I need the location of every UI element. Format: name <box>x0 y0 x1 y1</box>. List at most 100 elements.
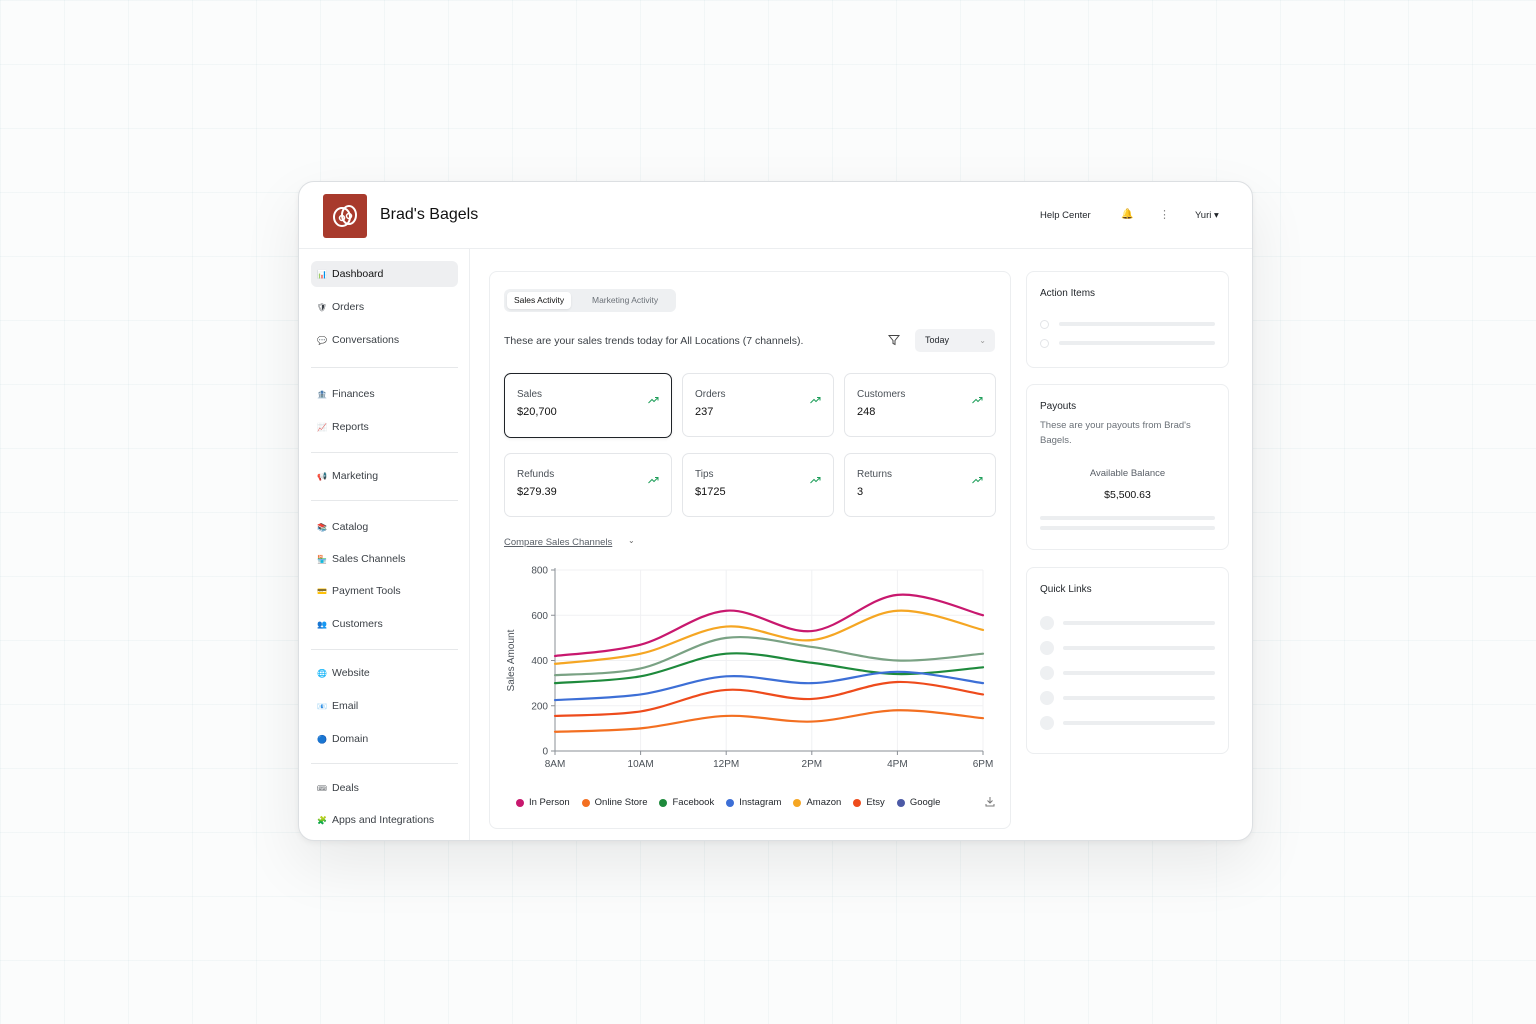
sidebar-item-label: Payment Tools <box>332 585 401 597</box>
placeholder-line <box>1063 621 1215 625</box>
mail-icon: 📧 <box>317 701 327 711</box>
user-menu[interactable]: Yuri ▾ <box>1195 210 1219 221</box>
sidebar-item-website[interactable]: 🌐 Website <box>311 660 458 686</box>
metric-value: $279.39 <box>517 486 557 498</box>
activity-tabs: Sales Activity Marketing Activity <box>504 289 676 312</box>
metric-card-customers[interactable]: Customers 248 <box>844 373 996 437</box>
divider <box>311 649 458 650</box>
sidebar-item-customers[interactable]: 👥 Customers <box>311 611 458 637</box>
date-range-select[interactable]: Today ⌄ <box>915 329 995 352</box>
sidebar-item-label: Marketing <box>332 470 379 482</box>
chart-icon: 📊 <box>317 269 327 279</box>
series-line-in-person <box>553 593 985 658</box>
sidebar-item-label: Deals <box>332 782 359 794</box>
app-window: Brad's Bagels Help Center 🔔 ⋮ Yuri ▾ 📊 Da… <box>298 181 1253 841</box>
sales-description: These are your sales trends today for Al… <box>504 335 804 347</box>
placeholder-avatar <box>1040 716 1054 730</box>
store-icon: 🏪 <box>317 554 327 564</box>
metric-label: Customers <box>857 389 906 400</box>
metric-card-returns[interactable]: Returns 3 <box>844 453 996 517</box>
filter-icon[interactable] <box>888 334 900 346</box>
sidebar-item-deals[interactable]: 🎟 Deals <box>311 775 458 801</box>
legend-item-google[interactable]: Google <box>896 797 941 808</box>
trend-up-icon <box>648 477 659 484</box>
metric-card-refunds[interactable]: Refunds $279.39 <box>504 453 672 517</box>
tab-sales-activity[interactable]: Sales Activity <box>507 292 572 309</box>
sales-line-chart: 0 200 400 600 800 8AM 10AM 12PM 2PM 4PM 6PM Sales A… <box>506 566 993 771</box>
series-line-instagram <box>553 670 985 702</box>
bagel-logo-icon <box>333 205 357 227</box>
trend-up-icon <box>972 397 983 404</box>
legend-item-facebook[interactable]: Facebook <box>659 797 714 808</box>
sidebar-item-label: Customers <box>332 618 383 630</box>
legend-swatch <box>516 798 524 807</box>
legend-item-online-store[interactable]: Online Store <box>581 797 647 808</box>
more-options-icon[interactable]: ⋮ <box>1159 208 1170 221</box>
domain-icon: 🔵 <box>317 734 327 744</box>
y-tick-label: 400 <box>531 656 548 667</box>
sidebar-item-sales-channels[interactable]: 🏪 Sales Channels <box>311 546 458 572</box>
placeholder-checkbox <box>1040 320 1049 329</box>
sidebar-item-apps-and-integrations[interactable]: 🧩 Apps and Integrations <box>311 807 458 833</box>
metric-label: Sales <box>517 389 543 400</box>
metric-label: Orders <box>695 389 726 400</box>
legend-swatch <box>581 798 590 807</box>
megaphone-icon: 📢 <box>317 471 327 481</box>
legend-label: In Person <box>529 797 570 808</box>
sidebar-item-finances[interactable]: 🏦 Finances <box>311 381 458 407</box>
compare-sales-channels-dropdown[interactable]: Compare Sales Channels <box>504 537 612 548</box>
y-tick-label: 200 <box>531 701 548 712</box>
bank-icon: 🏦 <box>317 389 327 399</box>
legend-label: Google <box>909 797 941 808</box>
sidebar-item-label: Reports <box>332 421 369 433</box>
help-center-link[interactable]: Help Center <box>1040 210 1091 221</box>
sidebar-item-payment-tools[interactable]: 💳 Payment Tools <box>311 578 458 604</box>
placeholder-avatar <box>1040 691 1054 705</box>
sidebar-item-reports[interactable]: 📈 Reports <box>311 414 458 440</box>
download-icon[interactable] <box>985 796 995 807</box>
panel-title: Quick Links <box>1040 584 1092 595</box>
legend-label: Amazon <box>806 797 842 808</box>
legend-item-in-person[interactable]: In Person <box>516 797 570 808</box>
sidebar-item-dashboard[interactable]: 📊 Dashboard <box>311 261 458 287</box>
action-items-panel: Action Items <box>1026 271 1229 368</box>
payouts-panel: Payouts These are your payouts from Brad… <box>1026 384 1229 550</box>
placeholder-avatar <box>1040 666 1054 680</box>
sidebar-item-marketing[interactable]: 📢 Marketing <box>311 463 458 489</box>
metric-value: $20,700 <box>517 406 557 418</box>
legend-swatch <box>726 798 735 807</box>
legend-item-etsy[interactable]: Etsy <box>853 797 885 808</box>
chevron-down-icon: ⌄ <box>979 336 986 345</box>
sidebar-item-label: Email <box>332 700 359 712</box>
globe-icon: 🌐 <box>317 668 327 678</box>
metric-card-sales[interactable]: Sales $20,700 <box>504 373 672 438</box>
sidebar-item-label: Sales Channels <box>332 553 406 565</box>
legend-item-amazon[interactable]: Amazon <box>793 797 841 808</box>
y-tick-label: 600 <box>531 611 548 622</box>
x-tick-label: 10AM <box>628 759 654 770</box>
placeholder-avatar <box>1040 641 1054 655</box>
sidebar-item-conversations[interactable]: 💬 Conversations <box>311 327 458 353</box>
chat-icon: 💬 <box>317 335 327 345</box>
sidebar-item-domain[interactable]: 🔵 Domain <box>311 726 458 752</box>
chevron-down-icon[interactable]: ⌄ <box>628 536 635 545</box>
sidebar-item-orders[interactable]: 🛡 Orders <box>311 294 458 320</box>
placeholder-checkbox <box>1040 339 1049 348</box>
bell-icon[interactable]: 🔔 <box>1121 209 1133 220</box>
legend-item-instagram[interactable]: Instagram <box>726 797 781 808</box>
metric-label: Tips <box>695 469 714 480</box>
sidebar-item-catalog[interactable]: 📚 Catalog <box>311 514 458 540</box>
panel-title: Action Items <box>1040 288 1096 299</box>
tab-marketing-activity[interactable]: Marketing Activity <box>585 292 665 309</box>
sidebar: 📊 Dashboard 🛡 Orders 💬 Conversations 🏦 Finan… <box>299 249 470 840</box>
trend-up-icon <box>810 477 821 484</box>
credit-card-icon: 💳 <box>317 586 327 596</box>
x-tick-label: 12PM <box>713 759 739 770</box>
metric-card-orders[interactable]: Orders 237 <box>682 373 834 437</box>
metric-card-tips[interactable]: Tips $1725 <box>682 453 834 517</box>
metric-value: $1725 <box>695 486 726 498</box>
x-tick-label: 2PM <box>802 759 823 770</box>
sidebar-item-label: Domain <box>332 733 369 745</box>
brand-logo[interactable] <box>323 194 367 238</box>
sidebar-item-email[interactable]: 📧 Email <box>311 693 458 719</box>
